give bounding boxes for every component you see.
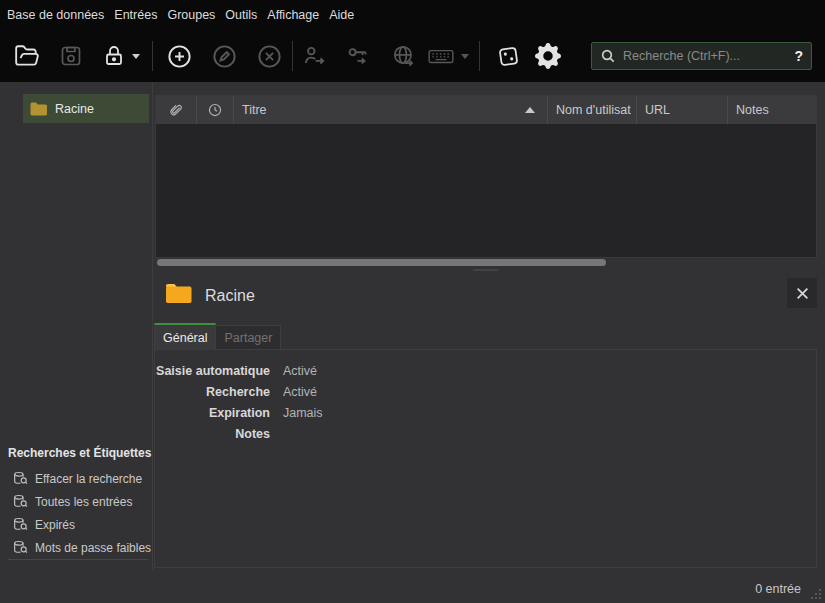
lock-dropdown-caret[interactable] bbox=[132, 54, 140, 59]
field-value: Activé bbox=[283, 364, 317, 378]
search-item-clear[interactable]: Effacer la recherche bbox=[0, 467, 152, 490]
database-search-icon bbox=[13, 471, 28, 486]
menu-entries[interactable]: Entrées bbox=[109, 8, 162, 22]
separator-line bbox=[8, 559, 148, 560]
scrollbar-handle[interactable] bbox=[157, 259, 606, 266]
group-panel: Racine Recherches et Étiquettes Effacer … bbox=[0, 82, 153, 570]
tab-general[interactable]: Général bbox=[154, 323, 216, 350]
password-generator-icon[interactable] bbox=[496, 44, 521, 69]
column-url-label: URL bbox=[645, 103, 670, 117]
search-help-button[interactable]: ? bbox=[794, 48, 803, 64]
autotype-username-icon bbox=[301, 43, 327, 69]
autotype-password-icon bbox=[345, 43, 371, 69]
detail-title: Racine bbox=[205, 287, 255, 305]
autotype-dropdown-caret bbox=[461, 54, 469, 59]
detail-tabs: Général Partager bbox=[154, 323, 281, 350]
horizontal-scrollbar[interactable] bbox=[155, 257, 817, 269]
close-detail-button[interactable] bbox=[787, 278, 817, 308]
save-database-icon bbox=[59, 44, 83, 68]
clock-icon bbox=[208, 103, 222, 117]
field-value: Jamais bbox=[283, 406, 323, 420]
search-box[interactable]: ? bbox=[591, 42, 812, 70]
add-entry-icon[interactable] bbox=[166, 43, 193, 70]
column-username[interactable]: Nom d'utilisat bbox=[548, 96, 637, 124]
menu-groups[interactable]: Groupes bbox=[162, 8, 220, 22]
field-value: Activé bbox=[283, 385, 317, 399]
search-icon bbox=[600, 48, 616, 64]
folder-icon bbox=[30, 102, 47, 116]
column-title[interactable]: Titre bbox=[234, 96, 548, 124]
menu-view[interactable]: Affichage bbox=[262, 8, 324, 22]
column-attachments[interactable] bbox=[156, 96, 197, 124]
database-search-icon bbox=[13, 540, 28, 555]
settings-gear-icon[interactable] bbox=[535, 43, 561, 69]
search-list: Effacer la recherche Toutes les entrées … bbox=[0, 467, 152, 559]
search-item-label: Effacer la recherche bbox=[35, 472, 142, 486]
gear-glyph bbox=[535, 43, 561, 69]
field-autotype: Saisie automatique Activé bbox=[155, 360, 816, 381]
column-notes[interactable]: Notes bbox=[728, 96, 816, 124]
sort-ascending-icon bbox=[525, 107, 535, 113]
search-input[interactable] bbox=[623, 49, 794, 63]
attachment-icon bbox=[169, 103, 183, 118]
detail-folder-icon bbox=[165, 281, 192, 309]
field-notes: Notes bbox=[155, 423, 816, 444]
column-title-label: Titre bbox=[242, 103, 267, 117]
open-database-icon[interactable] bbox=[14, 43, 40, 69]
toolbar-separator bbox=[292, 41, 293, 71]
column-expiry[interactable] bbox=[197, 96, 234, 124]
top-bar: Base de données Entrées Groupes Outils A… bbox=[0, 0, 825, 82]
group-item-root[interactable]: Racine bbox=[23, 94, 149, 123]
search-item-all-entries[interactable]: Toutes les entrées bbox=[0, 490, 152, 513]
search-item-label: Expirés bbox=[35, 518, 75, 532]
toolbar-separator bbox=[479, 41, 480, 71]
database-search-icon bbox=[13, 494, 28, 509]
menu-help[interactable]: Aide bbox=[324, 8, 359, 22]
field-label: Notes bbox=[155, 427, 270, 441]
search-item-label: Toutes les entrées bbox=[35, 495, 132, 509]
search-item-weak-passwords[interactable]: Mots de passe faibles bbox=[0, 536, 152, 559]
menu-bar: Base de données Entrées Groupes Outils A… bbox=[2, 0, 359, 30]
field-expiration: Expiration Jamais bbox=[155, 402, 816, 423]
field-label: Expiration bbox=[155, 406, 270, 420]
entry-table: Titre Nom d'utilisat URL Notes bbox=[155, 95, 817, 258]
field-label: Saisie automatique bbox=[155, 364, 270, 378]
column-notes-label: Notes bbox=[736, 103, 769, 117]
toolbar: ? bbox=[0, 30, 825, 82]
search-item-label: Mots de passe faibles bbox=[35, 541, 151, 555]
group-label: Racine bbox=[55, 102, 94, 116]
field-search: Recherche Activé bbox=[155, 381, 816, 402]
edit-entry-icon bbox=[211, 43, 238, 70]
column-url[interactable]: URL bbox=[637, 96, 728, 124]
perform-autotype-icon bbox=[427, 43, 455, 69]
field-label: Recherche bbox=[155, 385, 270, 399]
detail-pane: Saisie automatique Activé Recherche Acti… bbox=[154, 349, 817, 568]
menu-tools[interactable]: Outils bbox=[220, 8, 262, 22]
entry-count: 0 entrée bbox=[755, 582, 801, 596]
open-url-icon bbox=[391, 43, 417, 69]
column-username-label: Nom d'utilisat bbox=[556, 103, 631, 117]
toolbar-separator bbox=[152, 41, 153, 71]
searches-header: Recherches et Étiquettes bbox=[8, 446, 151, 460]
search-item-expired[interactable]: Expirés bbox=[0, 513, 152, 536]
tab-share[interactable]: Partager bbox=[216, 325, 281, 349]
database-search-icon bbox=[13, 517, 28, 532]
entry-table-header: Titre Nom d'utilisat URL Notes bbox=[156, 96, 816, 124]
splitter-handle[interactable] bbox=[473, 269, 499, 271]
lock-databases-icon[interactable] bbox=[102, 44, 126, 68]
close-icon bbox=[796, 287, 809, 300]
delete-entry-icon bbox=[256, 43, 283, 70]
menu-database[interactable]: Base de données bbox=[2, 8, 109, 22]
